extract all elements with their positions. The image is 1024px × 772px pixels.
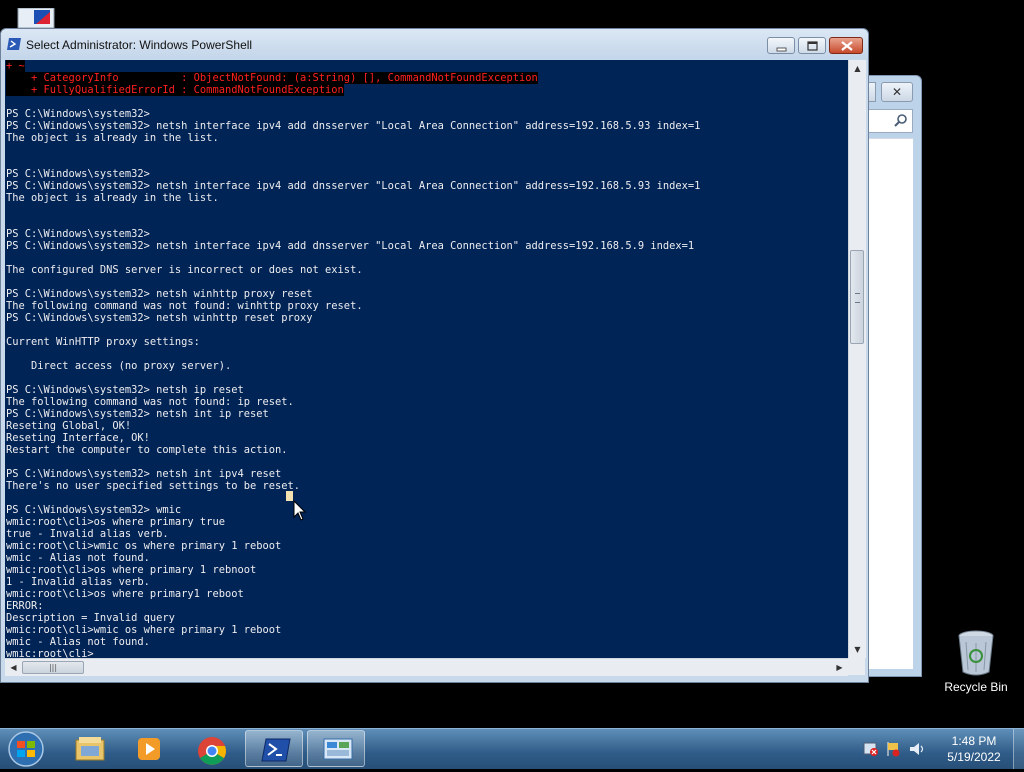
explorer-icon	[75, 737, 105, 761]
mouse-pointer-icon	[293, 500, 307, 521]
recycle-bin-icon	[958, 630, 994, 676]
background-explorer-window[interactable]: ✕	[860, 75, 922, 677]
taskbar: 1:48 PM 5/19/2022	[0, 728, 1024, 769]
console-error-line: + CategoryInfo : ObjectNotFound: (a:Stri…	[6, 72, 538, 84]
console-output[interactable]: + ~ + CategoryInfo : ObjectNotFound: (a:…	[5, 60, 848, 658]
minimize-icon	[776, 47, 787, 52]
volume-icon[interactable]	[910, 743, 924, 755]
start-button[interactable]	[6, 730, 46, 768]
minimize-button[interactable]	[767, 37, 795, 54]
console-line: true - Invalid alias verb.	[6, 528, 169, 540]
taskbar-media-player[interactable]	[120, 730, 178, 767]
console-line: Direct access (no proxy server).	[6, 360, 232, 372]
chrome-icon	[198, 737, 226, 765]
taskbar-control-panel[interactable]	[307, 730, 365, 767]
scrollbar-corner	[848, 658, 865, 675]
taskbar-powershell[interactable]	[245, 730, 303, 767]
console-line: PS C:\Windows\system32> netsh winhttp re…	[6, 312, 313, 324]
clock-date: 5/19/2022	[947, 750, 1001, 764]
title-bar[interactable]: Select Administrator: Windows PowerShell	[1, 29, 868, 59]
clock-time: 1:48 PM	[951, 734, 997, 748]
console-line: PS C:\Windows\system32> netsh int ip res…	[6, 408, 269, 420]
scroll-up-icon[interactable]: ▲	[849, 60, 866, 77]
console-error-line: + ~	[6, 60, 25, 72]
console-line: The following command was not found: win…	[6, 300, 363, 312]
powershell-icon	[7, 38, 21, 50]
console-line: Description = Invalid query	[6, 612, 175, 624]
console-text: + ~ + CategoryInfo : ObjectNotFound: (a:…	[5, 60, 848, 658]
console-line: PS C:\Windows\system32>	[6, 168, 150, 180]
console-line: The following command was not found: ip …	[6, 396, 294, 408]
console-line: wmic - Alias not found.	[6, 636, 150, 648]
clock[interactable]: 1:48 PM 5/19/2022	[940, 733, 1008, 765]
vertical-scroll-thumb[interactable]	[850, 250, 864, 344]
taskbar-explorer[interactable]	[60, 730, 118, 767]
scroll-down-icon[interactable]: ▼	[849, 641, 866, 658]
network-error-icon[interactable]	[863, 742, 878, 756]
console-line: There's no user specified settings to be…	[6, 480, 301, 492]
control-panel-icon	[323, 738, 353, 760]
vertical-scrollbar[interactable]: ▲ ▼	[848, 60, 866, 658]
horizontal-scrollbar[interactable]: ◀ ||| ▶	[5, 658, 848, 676]
console-line: ERROR:	[6, 600, 44, 612]
taskbar-chrome[interactable]	[182, 730, 240, 767]
powershell-icon	[261, 738, 291, 762]
console-line: wmic:root\cli>os where primary true	[6, 516, 225, 528]
flag-icon[interactable]	[887, 742, 900, 757]
search-icon	[894, 114, 907, 127]
text-cursor	[286, 491, 293, 501]
horizontal-scroll-thumb[interactable]: |||	[22, 661, 84, 674]
media-player-icon	[138, 738, 160, 760]
window-title: Select Administrator: Windows PowerShell	[26, 38, 253, 52]
scroll-right-icon[interactable]: ▶	[831, 659, 848, 676]
console-line: The configured DNS server is incorrect o…	[6, 264, 363, 276]
console-line: wmic:root\cli>os where primary1 reboot	[6, 588, 244, 600]
console-line: Restart the computer to complete this ac…	[6, 444, 288, 456]
console-line: wmic - Alias not found.	[6, 552, 150, 564]
console-line: Reseting Interface, OK!	[6, 432, 150, 444]
console-error-line: + FullyQualifiedErrorId : CommandNotFoun…	[6, 84, 344, 96]
grip-icon	[855, 293, 860, 303]
desktop-icon-partial[interactable]	[16, 7, 60, 30]
console-line: wmic:root\cli>	[6, 648, 94, 658]
console-line: PS C:\Windows\system32> wmic	[6, 504, 182, 516]
console-line: PS C:\Windows\system32> netsh interface …	[6, 240, 695, 252]
console-line: PS C:\Windows\system32>	[6, 228, 150, 240]
show-desktop-button[interactable]	[1013, 729, 1024, 769]
recycle-bin[interactable]: Recycle Bin	[940, 630, 1012, 694]
console-line: The object is already in the list.	[6, 132, 219, 144]
console-line: PS C:\Windows\system32> netsh interface …	[6, 180, 701, 192]
console-line: PS C:\Windows\system32> netsh int ipv4 r…	[6, 468, 282, 480]
maximize-button[interactable]	[798, 37, 826, 54]
scroll-left-icon[interactable]: ◀	[5, 659, 22, 676]
windows-logo-icon	[8, 731, 44, 767]
console-line: PS C:\Windows\system32> netsh interface …	[6, 120, 701, 132]
console-line: wmic:root\cli>wmic os where primary 1 re…	[6, 540, 282, 552]
close-icon	[841, 41, 853, 51]
close-button[interactable]	[829, 37, 863, 54]
console-line: 1 - Invalid alias verb.	[6, 576, 150, 588]
maximize-icon	[807, 41, 818, 51]
console-line: PS C:\Windows\system32>	[6, 108, 150, 120]
background-window-close-button[interactable]: ✕	[881, 82, 913, 102]
console-line: Reseting Global, OK!	[6, 420, 132, 432]
console-line: wmic:root\cli>wmic os where primary 1 re…	[6, 624, 282, 636]
powershell-window[interactable]: Select Administrator: Windows PowerShell…	[0, 28, 869, 683]
system-tray[interactable]	[862, 739, 932, 759]
recycle-bin-label: Recycle Bin	[944, 680, 1008, 694]
console-line: PS C:\Windows\system32> netsh winhttp pr…	[6, 288, 313, 300]
console-line: Current WinHTTP proxy settings:	[6, 336, 200, 348]
console-line: PS C:\Windows\system32> netsh ip reset	[6, 384, 244, 396]
console-line: wmic:root\cli>os where primary 1 rebnoot	[6, 564, 257, 576]
console-line: The object is already in the list.	[6, 192, 219, 204]
